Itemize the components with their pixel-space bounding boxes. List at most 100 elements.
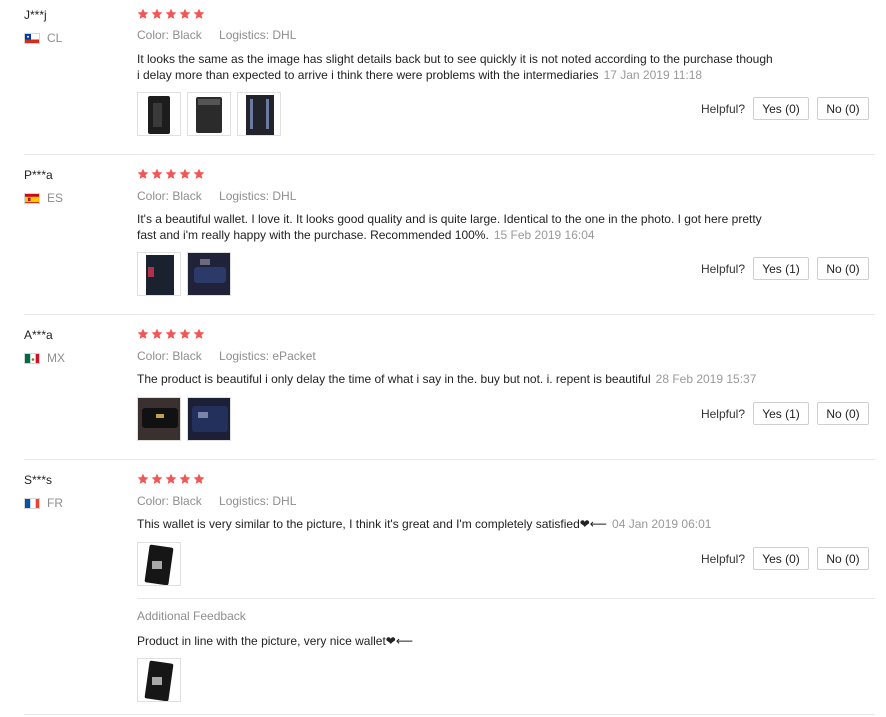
review-photo-thumbnail[interactable] [137,658,181,702]
review-photo-thumbnail[interactable] [137,542,181,586]
helpful-votes: Helpful? Yes (0) No (0) [701,97,869,120]
country-code: CL [47,31,63,45]
helpful-yes-button[interactable]: Yes (0) [753,547,809,570]
flag-es-icon [24,192,40,204]
review-item: A***a MX Color: Black Logistics: ePacket… [0,328,886,459]
additional-feedback-photos [137,658,181,702]
star-icon [193,8,205,19]
review-item: J***j CL Color: Black Logistics: DHL It … [0,8,886,154]
review-photo-thumbnail[interactable] [137,397,181,441]
review-body: This wallet is very similar to the pictu… [137,517,608,531]
product-color: Color: Black [137,349,202,363]
review-body: The product is beautiful i only delay th… [137,372,651,386]
helpful-label: Helpful? [700,406,745,421]
review-divider [24,314,875,315]
review-date: 15 Feb 2019 16:04 [493,228,595,242]
reviewer-info: A***a MX [24,328,65,365]
star-rating [137,168,205,180]
star-icon [137,168,149,179]
star-rating [137,473,205,485]
reviewer-name: J***j [24,8,47,22]
helpful-no-button[interactable]: No (0) [817,257,869,280]
country-code: ES [47,191,64,205]
review-photo-thumbnail[interactable] [187,252,231,296]
reviewer-name: A***a [24,328,53,342]
star-icon [179,8,191,19]
reviewer-country: ES [24,191,63,205]
review-divider [24,459,875,460]
review-date: 04 Jan 2019 06:01 [612,517,712,531]
star-icon [137,473,149,484]
star-icon [137,8,149,19]
review-photo-thumbnail[interactable] [187,397,231,441]
review-meta: Color: Black Logistics: DHL [137,189,310,203]
star-icon [179,328,191,339]
helpful-label: Helpful? [700,551,745,566]
helpful-no-button[interactable]: No (0) [817,97,869,120]
product-color: Color: Black [137,189,202,203]
review-divider [24,154,875,155]
reviewer-country: FR [24,496,63,510]
review-photos [137,542,181,586]
reviewer-country: MX [24,351,65,365]
review-meta: Color: Black Logistics: ePacket [137,349,330,363]
logistics: Logistics: ePacket [219,349,316,363]
logistics: Logistics: DHL [219,189,297,203]
review-text: It's a beautiful wallet. I love it. It l… [137,211,777,243]
review-photo-thumbnail[interactable] [187,92,231,136]
reviewer-name: S***s [24,473,53,487]
review-photo-thumbnail[interactable] [237,92,281,136]
product-color: Color: Black [137,494,202,508]
helpful-yes-button[interactable]: Yes (1) [753,402,809,425]
flag-cl-icon [24,32,40,44]
review-photos [137,92,281,136]
review-date: 17 Jan 2019 11:18 [603,68,703,82]
star-icon [165,8,177,19]
review-body: It's a beautiful wallet. I love it. It l… [137,212,762,242]
star-icon [151,168,163,179]
flag-fr-icon [24,497,40,509]
star-icon [137,328,149,339]
star-icon [165,473,177,484]
helpful-votes: Helpful? Yes (1) No (0) [701,402,869,425]
helpful-votes: Helpful? Yes (1) No (0) [701,257,869,280]
flag-mx-icon [24,352,40,364]
country-code: MX [47,351,65,365]
star-icon [151,8,163,19]
helpful-votes: Helpful? Yes (0) No (0) [701,547,869,570]
logistics: Logistics: DHL [219,28,297,42]
helpful-no-button[interactable]: No (0) [817,402,869,425]
helpful-yes-button[interactable]: Yes (1) [753,257,809,280]
review-photos [137,397,231,441]
star-icon [179,473,191,484]
star-rating [137,8,205,20]
helpful-yes-button[interactable]: Yes (0) [753,97,809,120]
reviewer-info: P***a ES [24,168,63,205]
review-text: This wallet is very similar to the pictu… [137,516,777,532]
reviewer-country: CL [24,31,62,45]
review-item: P***a ES Color: Black Logistics: DHL It'… [0,168,886,314]
reviewer-info: S***s FR [24,473,63,510]
country-code: FR [47,496,63,510]
logistics: Logistics: DHL [219,494,297,508]
star-icon [179,168,191,179]
star-icon [165,168,177,179]
review-text: The product is beautiful i only delay th… [137,371,777,387]
additional-feedback-divider [137,598,875,599]
star-icon [193,328,205,339]
review-photo-thumbnail[interactable] [137,92,181,136]
star-icon [193,168,205,179]
review-photo-thumbnail[interactable] [137,252,181,296]
review-divider [24,714,875,715]
review-photos [137,252,231,296]
helpful-label: Helpful? [700,101,745,116]
star-icon [193,473,205,484]
review-meta: Color: Black Logistics: DHL [137,28,310,42]
product-color: Color: Black [137,28,202,42]
star-rating [137,328,205,340]
additional-feedback-text: Product in line with the picture, very n… [137,634,414,648]
star-icon [151,473,163,484]
helpful-no-button[interactable]: No (0) [817,547,869,570]
additional-feedback-title: Additional Feedback [137,609,246,623]
review-item: S***s FR Color: Black Logistics: DHL Thi… [0,473,886,713]
